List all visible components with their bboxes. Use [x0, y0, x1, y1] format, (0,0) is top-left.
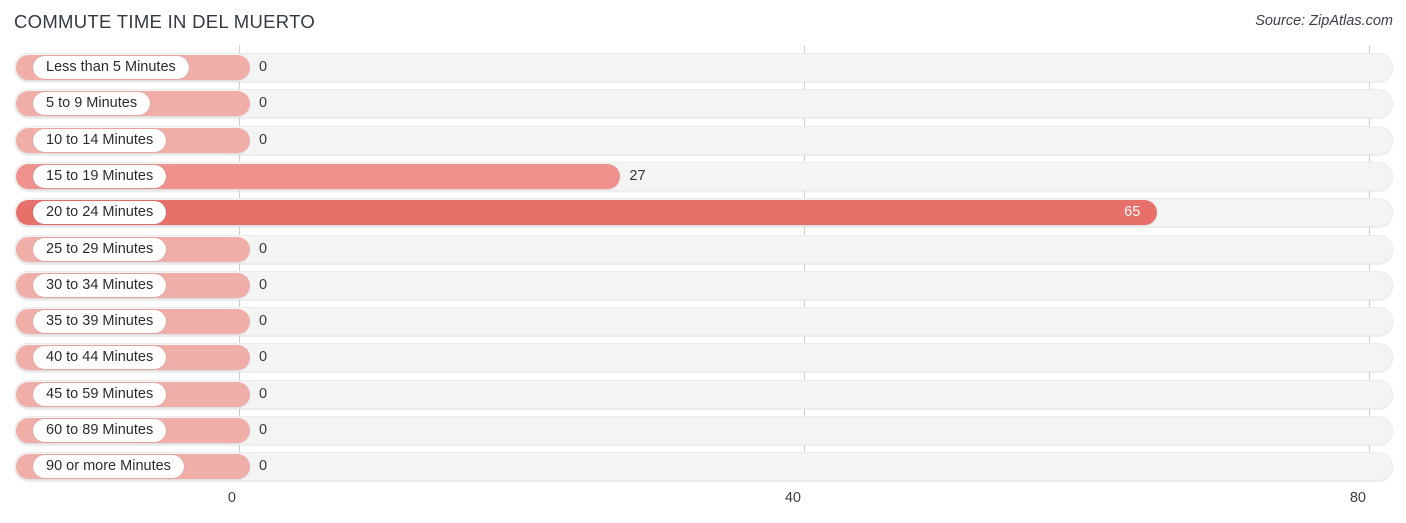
bar-category-label: 40 to 44 Minutes [33, 346, 167, 370]
page-title: COMMUTE TIME IN DEL MUERTO [14, 11, 316, 32]
bar-row[interactable]: Less than 5 Minutes 0 [14, 53, 1393, 82]
bar-row[interactable]: 20 to 24 Minutes 65 [14, 198, 1393, 228]
bar-value-label: 0 [259, 422, 268, 438]
bar-category-label: 30 to 34 Minutes [33, 273, 167, 297]
bar-value-label: 0 [259, 240, 268, 257]
bar-value-label: 0 [259, 458, 268, 475]
bar-row[interactable]: 15 to 19 Minutes 27 [14, 161, 1393, 191]
bar-row[interactable]: 25 to 29 Minutes 0 [14, 234, 1393, 264]
bar-category-label: 35 to 39 Minutes [33, 310, 167, 334]
bar-category-label: 5 to 9 Minutes [33, 92, 151, 116]
bar-row[interactable]: 5 to 9 Minutes 0 [14, 89, 1393, 119]
x-axis-tick-80: 80 [1349, 490, 1366, 506]
bar-category-label: 90 or more Minutes [33, 455, 184, 479]
bar-value-label: 0 [259, 385, 268, 402]
bar-value-label: 27 [629, 167, 646, 184]
bar-row[interactable]: 35 to 39 Minutes 0 [14, 307, 1393, 337]
bar-category-label: 45 to 59 Minutes [33, 382, 167, 406]
bar-row[interactable]: 10 to 14 Minutes 0 [14, 125, 1393, 155]
bar-category-label: 25 to 29 Minutes [33, 237, 167, 261]
bar-row[interactable]: 60 to 89 Minutes 0 [14, 416, 1393, 445]
bar-value-label: 0 [259, 131, 268, 148]
bar-row[interactable]: 40 to 44 Minutes 0 [14, 343, 1393, 373]
bar-fill[interactable] [16, 200, 1158, 226]
bar-value-label: 65 [1124, 204, 1141, 221]
bar-category-label: 60 to 89 Minutes [33, 419, 167, 442]
bar-value-label: 0 [259, 95, 268, 112]
bar-category-label: 20 to 24 Minutes [33, 201, 167, 225]
bar-value-label: 0 [259, 59, 268, 75]
chart-header: COMMUTE TIME IN DEL MUERTO Source: ZipAt… [0, 0, 1406, 45]
bar-category-label: 15 to 19 Minutes [33, 164, 167, 188]
source-attribution: Source: ZipAtlas.com [1255, 13, 1393, 29]
bar-row[interactable]: 45 to 59 Minutes 0 [14, 379, 1393, 409]
x-axis-tick-0: 0 [227, 490, 236, 506]
bar-row[interactable]: 90 or more Minutes 0 [14, 452, 1393, 482]
bar-category-label: Less than 5 Minutes [33, 56, 189, 79]
bar-category-label: 10 to 14 Minutes [33, 128, 167, 152]
x-axis: 0 40 80 [0, 481, 1406, 523]
bar-value-label: 0 [259, 313, 268, 330]
chart-plot-area: Less than 5 Minutes 0 5 to 9 Minutes 0 10 to… [0, 45, 1406, 482]
bar-value-label: 0 [259, 276, 268, 293]
x-axis-tick-40: 40 [784, 490, 801, 506]
bar-row[interactable]: 30 to 34 Minutes 0 [14, 270, 1393, 300]
bar-value-label: 0 [259, 349, 268, 366]
bar-rows: Less than 5 Minutes 0 5 to 9 Minutes 0 10 to… [0, 45, 1406, 482]
